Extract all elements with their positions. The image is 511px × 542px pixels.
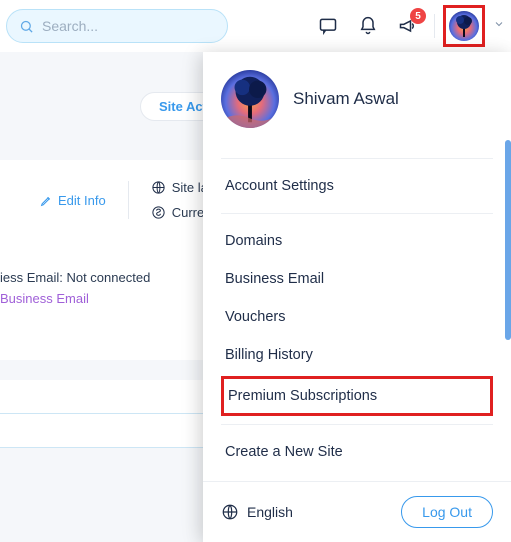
- chat-button[interactable]: [310, 8, 346, 44]
- globe-icon: [221, 503, 239, 521]
- user-avatar-large: [221, 70, 279, 128]
- bell-button[interactable]: [350, 8, 386, 44]
- user-name: Shivam Aswal: [293, 89, 399, 109]
- chevron-down-icon[interactable]: [493, 17, 505, 35]
- edit-info-label: Edit Info: [58, 193, 106, 208]
- menu-help-center[interactable]: Help Center: [221, 471, 493, 481]
- menu-account-settings[interactable]: Account Settings: [221, 167, 493, 205]
- notification-badge: 5: [410, 8, 426, 24]
- language-label: English: [247, 504, 293, 520]
- currency-row: Curre: [151, 205, 208, 220]
- user-avatar-button[interactable]: [443, 5, 485, 47]
- language-selector[interactable]: English: [221, 503, 293, 521]
- chat-icon: [318, 16, 338, 36]
- scrollbar[interactable]: [505, 140, 511, 462]
- search-input[interactable]: [42, 18, 215, 34]
- bell-icon: [358, 16, 378, 36]
- globe-icon: [151, 180, 166, 195]
- avatar-icon: [449, 11, 479, 41]
- menu-domains[interactable]: Domains: [221, 222, 493, 260]
- announce-button[interactable]: 5: [390, 8, 426, 44]
- menu-business-email[interactable]: Business Email: [221, 260, 493, 298]
- edit-info-link[interactable]: Edit Info: [40, 193, 106, 208]
- divider: [128, 181, 129, 219]
- search-icon: [19, 19, 34, 34]
- menu-vouchers[interactable]: Vouchers: [221, 298, 493, 336]
- currency-icon: [151, 205, 166, 220]
- menu-create-site[interactable]: Create a New Site: [221, 433, 493, 471]
- divider: [434, 14, 435, 38]
- menu-premium-subscriptions[interactable]: Premium Subscriptions: [221, 376, 493, 416]
- logout-button[interactable]: Log Out: [401, 496, 493, 528]
- menu-billing-history[interactable]: Billing History: [221, 336, 493, 374]
- pencil-icon: [40, 194, 53, 207]
- search-box[interactable]: [6, 9, 228, 43]
- user-menu-panel: Shivam Aswal Account Settings Domains Bu…: [203, 52, 511, 542]
- site-language-row: Site la: [151, 180, 208, 195]
